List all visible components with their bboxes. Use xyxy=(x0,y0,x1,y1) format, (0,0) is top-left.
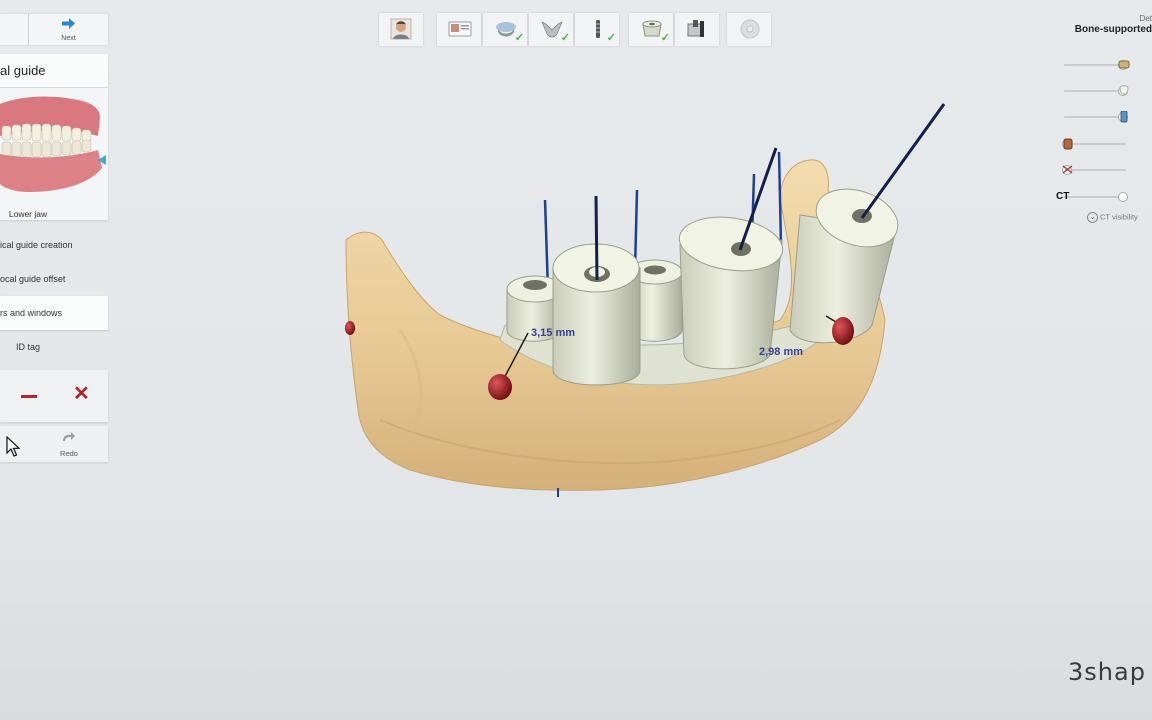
slider-track xyxy=(1064,64,1126,66)
panel-title: al guide xyxy=(0,63,46,78)
viewport-3d[interactable] xyxy=(340,96,960,506)
next-button[interactable]: Next xyxy=(29,14,108,45)
guide-visibility-slider[interactable] xyxy=(1062,60,1130,70)
ct-label: CT xyxy=(1056,191,1070,202)
tool-ct-alignment[interactable]: ✓ xyxy=(483,13,527,46)
arrow-right-icon xyxy=(62,18,75,29)
guide-visibility-icon xyxy=(1118,60,1130,69)
done-check-icon: ✓ xyxy=(660,32,670,44)
done-check-icon: ✓ xyxy=(606,32,616,44)
tool-segmentation[interactable]: ✓ xyxy=(529,13,573,46)
fixation-pin[interactable] xyxy=(345,321,355,335)
patient-icon xyxy=(390,18,412,40)
panel-title-card: al guide xyxy=(0,54,108,87)
dentition-icon xyxy=(0,96,106,192)
tool-scan-import[interactable] xyxy=(437,13,481,46)
redo-label: Redo xyxy=(60,449,78,458)
step-id-tag[interactable]: ID tag xyxy=(0,330,56,364)
ct-visibility-toggle[interactable]: ⌄ CT visibility xyxy=(1087,212,1138,223)
next-label: Next xyxy=(61,35,76,42)
slider-knob[interactable] xyxy=(1118,192,1128,202)
done-check-icon: ✓ xyxy=(514,32,524,44)
step-guide-offset[interactable]: ocal guide offset xyxy=(0,262,108,296)
step-guide-creation[interactable]: ical guide creation xyxy=(0,228,108,262)
sleeve-visibility-slider[interactable] xyxy=(1062,138,1128,150)
slider-track xyxy=(1064,90,1126,92)
step-bars-and-windows[interactable]: rs and windows xyxy=(0,296,108,330)
delete-button[interactable]: ✕ xyxy=(73,384,90,404)
mouse-cursor-icon xyxy=(6,436,20,457)
case-header-line1: Det xyxy=(1139,14,1152,23)
implant-visibility-icon xyxy=(1120,111,1128,123)
remove-button[interactable] xyxy=(21,395,37,398)
back-button[interactable] xyxy=(0,14,29,45)
jaw-label: Lower jaw xyxy=(8,209,48,219)
brand-logo: 3shap xyxy=(1068,658,1146,686)
tool-guide-design[interactable] xyxy=(675,13,719,46)
chevron-down-icon: ⌄ xyxy=(1087,212,1098,223)
measurement-label: 2,98 mm xyxy=(759,346,804,358)
tool-patient[interactable] xyxy=(379,13,423,46)
tooth-visibility-slider[interactable] xyxy=(1062,85,1129,96)
redo-icon xyxy=(63,432,75,441)
cut-visibility-icon xyxy=(1062,165,1073,174)
slider-track xyxy=(1064,196,1126,198)
workflow-steps: ical guide creation ocal guide offset rs… xyxy=(0,228,108,364)
tool-export[interactable] xyxy=(727,13,771,46)
tool-sleeve[interactable]: ✓ xyxy=(629,13,673,46)
ct-visibility-slider[interactable] xyxy=(1062,192,1128,202)
scan-import-icon xyxy=(448,21,472,37)
case-type: Bone-supported xyxy=(1074,24,1152,35)
jaw-selector[interactable]: Lower jaw xyxy=(0,88,108,220)
tool-implant-planning[interactable]: ✓ xyxy=(575,13,619,46)
export-icon xyxy=(740,19,760,39)
cut-visibility-slider[interactable] xyxy=(1062,165,1128,175)
sleeve-visibility-icon xyxy=(1063,138,1073,150)
measurement-label: 3,15 mm xyxy=(531,327,576,339)
implant-visibility-slider[interactable] xyxy=(1062,111,1128,123)
case-header: Det Bone-supported xyxy=(1075,14,1152,35)
action-buttons: ✕ xyxy=(0,370,108,422)
slider-track xyxy=(1064,116,1126,118)
done-check-icon: ✓ xyxy=(560,32,570,44)
ct-visibility-label: CT visibility xyxy=(1100,212,1138,222)
tooth-visibility-icon xyxy=(1119,85,1129,95)
guide-design-icon xyxy=(687,20,704,37)
nav-buttons: Next xyxy=(0,14,108,45)
